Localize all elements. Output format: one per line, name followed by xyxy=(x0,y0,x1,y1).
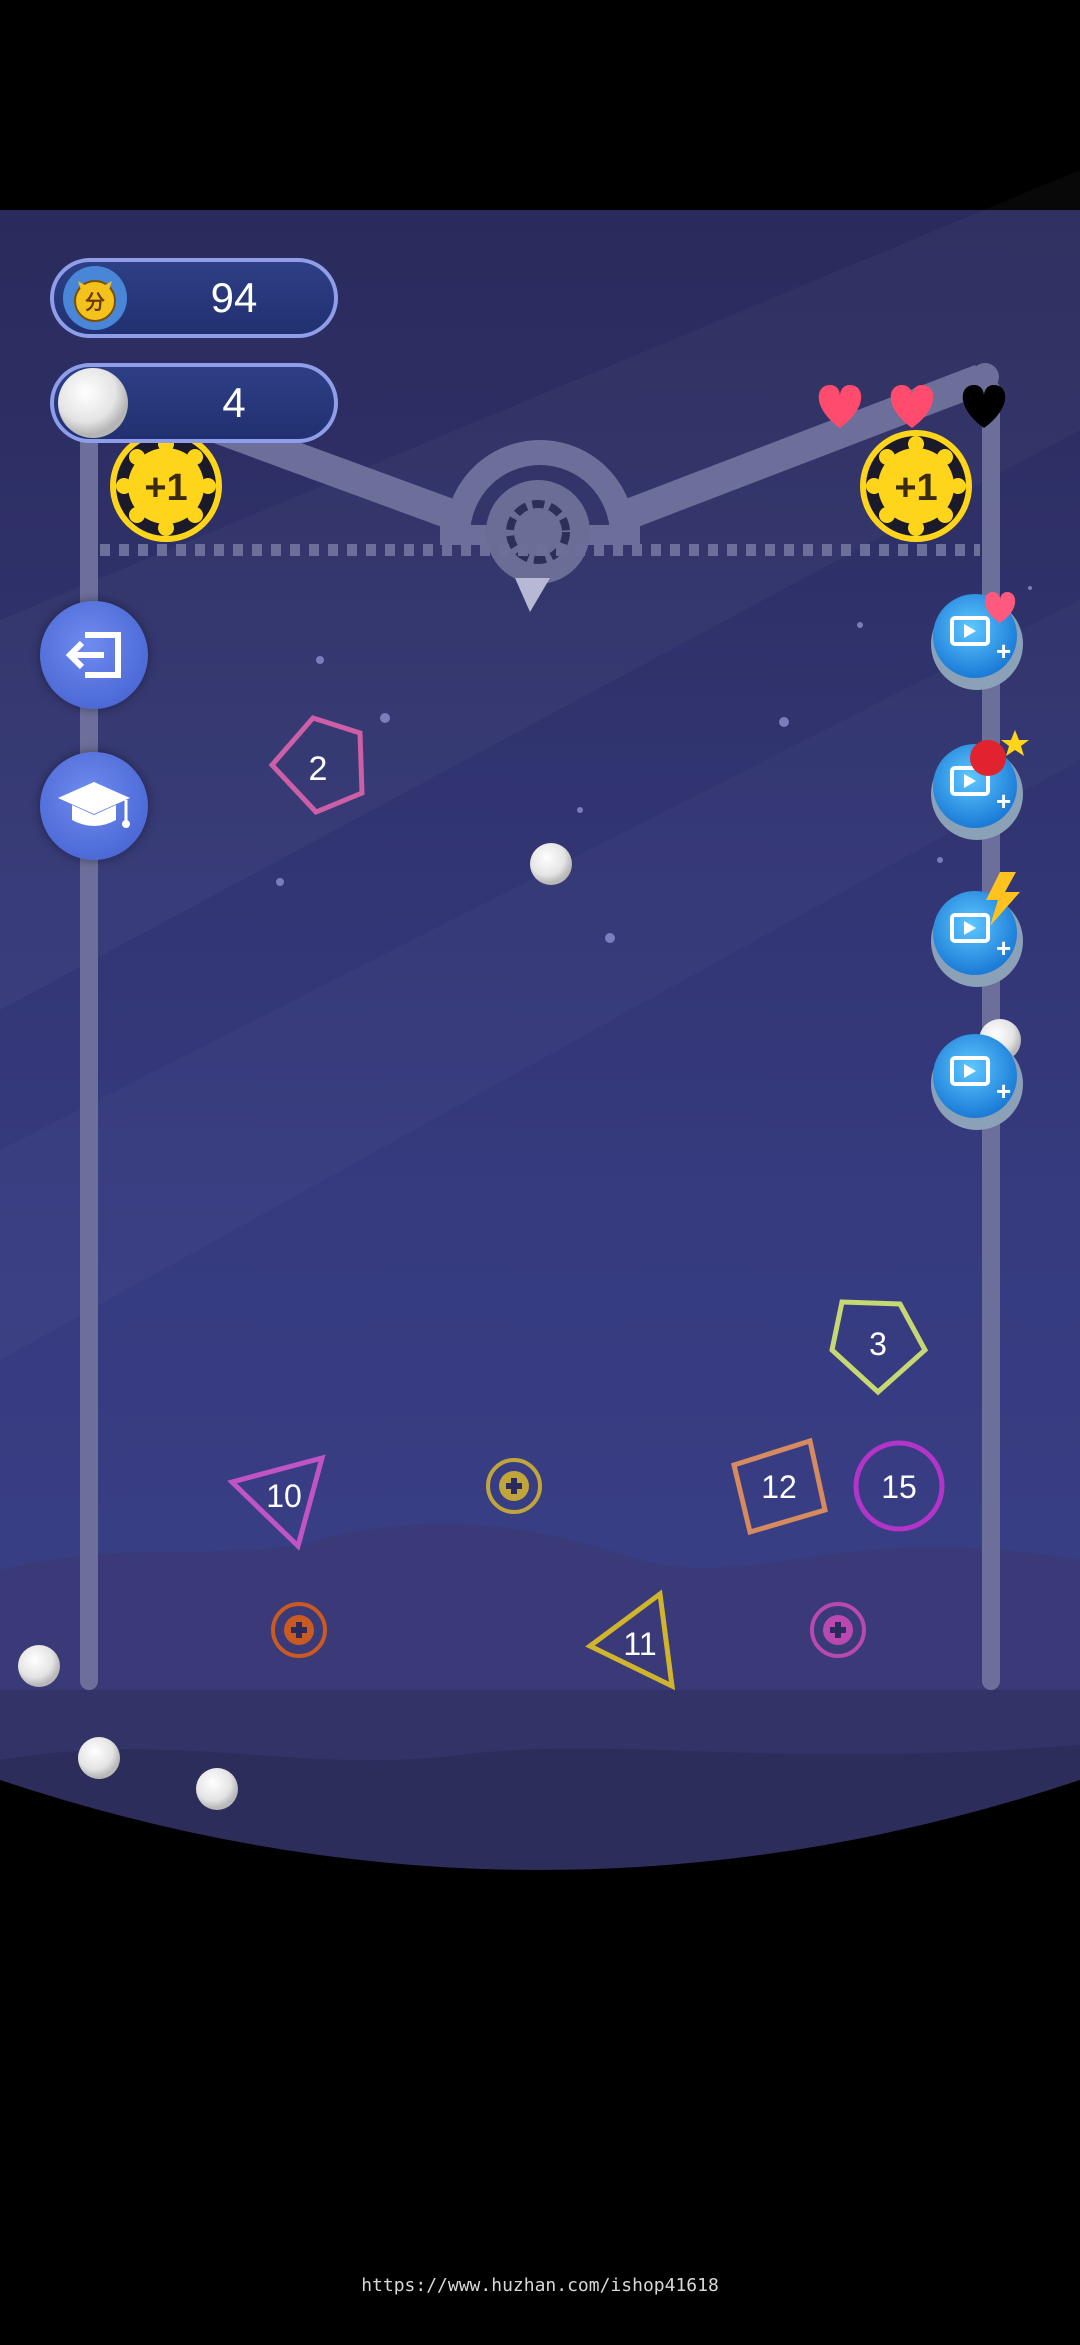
bomb-icon xyxy=(970,740,1006,776)
svg-text:11: 11 xyxy=(623,1626,656,1662)
score-value: 94 xyxy=(210,274,258,321)
svg-text:3: 3 xyxy=(869,1326,887,1362)
exit-button[interactable] xyxy=(40,601,148,709)
ball-count-panel: 4 xyxy=(50,363,338,443)
svg-text:15: 15 xyxy=(881,1469,917,1505)
graduation-cap-icon xyxy=(58,782,130,828)
game-stage[interactable]: +1 +1 2 3 10 12 15 11 + + + + 分 94 4 htt… xyxy=(0,0,1080,2340)
exit-icon xyxy=(65,632,121,678)
svg-text:+: + xyxy=(996,636,1011,666)
svg-text:10: 10 xyxy=(266,1478,302,1514)
ball xyxy=(78,1737,120,1779)
watermark: https://www.huzhan.com/ishop41618 xyxy=(361,2275,719,2296)
ball-icon xyxy=(58,368,128,438)
svg-text:+: + xyxy=(996,933,1011,963)
ball-count-value: 4 xyxy=(222,379,246,426)
coin-fen-icon: 分 xyxy=(63,266,127,330)
bonus-badge-right: +1 xyxy=(860,430,972,542)
ball xyxy=(530,843,572,885)
ball xyxy=(196,1768,238,1810)
svg-text:2: 2 xyxy=(309,750,328,788)
svg-text:12: 12 xyxy=(761,1469,797,1505)
bonus-label: +1 xyxy=(144,467,187,509)
ball xyxy=(18,1645,60,1687)
svg-text:+: + xyxy=(996,786,1011,816)
playfield: +1 +1 2 3 10 12 15 11 + + + + xyxy=(0,210,1080,2340)
bonus-badge-left: +1 xyxy=(110,430,222,542)
bonus-label: +1 xyxy=(894,467,937,509)
score-panel: 分 94 xyxy=(50,258,338,338)
svg-text:+: + xyxy=(996,1076,1011,1106)
svg-text:分: 分 xyxy=(85,290,105,314)
tutorial-button[interactable] xyxy=(40,752,148,860)
